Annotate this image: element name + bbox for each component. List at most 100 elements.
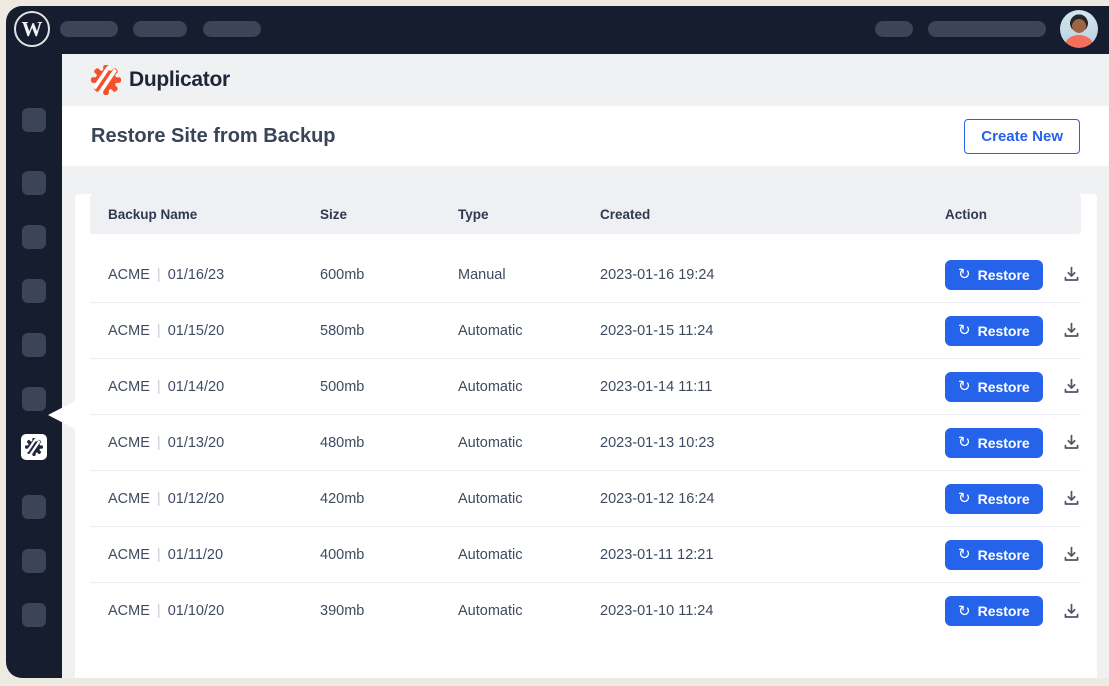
table-row: ACME|01/10/20 390mb Automatic 2023-01-10… bbox=[90, 583, 1081, 639]
sidebar-active-pointer bbox=[48, 401, 75, 429]
screen: W bbox=[0, 0, 1109, 686]
download-button[interactable] bbox=[1061, 544, 1082, 565]
user-avatar[interactable] bbox=[1060, 10, 1098, 48]
backups-table: Backup Name Size Type Created Action ACM… bbox=[75, 194, 1097, 678]
action-cell: ↻ Restore bbox=[945, 372, 1082, 402]
download-button[interactable] bbox=[1061, 432, 1082, 453]
name-separator: | bbox=[157, 435, 161, 451]
restore-refresh-icon: ↻ bbox=[958, 267, 971, 282]
page-header: Restore Site from Backup Create New bbox=[62, 106, 1109, 166]
column-header-size: Size bbox=[320, 207, 458, 222]
restore-button-label: Restore bbox=[978, 435, 1030, 451]
table-row: ACME|01/12/20 420mb Automatic 2023-01-12… bbox=[90, 471, 1081, 527]
sidebar-item-placeholder[interactable] bbox=[22, 108, 46, 132]
type-cell: Automatic bbox=[458, 547, 600, 563]
topbar-menu-placeholder[interactable] bbox=[928, 21, 1046, 37]
table-row: ACME|01/14/20 500mb Automatic 2023-01-14… bbox=[90, 359, 1081, 415]
wordpress-logo[interactable]: W bbox=[14, 11, 50, 47]
table-row: ACME|01/11/20 400mb Automatic 2023-01-11… bbox=[90, 527, 1081, 583]
download-icon bbox=[1063, 266, 1080, 283]
backup-date: 01/14/20 bbox=[168, 379, 224, 395]
table-row: ACME|01/15/20 580mb Automatic 2023-01-15… bbox=[90, 303, 1081, 359]
action-cell: ↻ Restore bbox=[945, 260, 1082, 290]
download-button[interactable] bbox=[1061, 488, 1082, 509]
table-area: Backup Name Size Type Created Action ACM… bbox=[62, 194, 1109, 678]
topbar-menu-placeholder[interactable] bbox=[875, 21, 913, 37]
download-button[interactable] bbox=[1061, 376, 1082, 397]
restore-refresh-icon: ↻ bbox=[958, 604, 971, 619]
backup-site-name: ACME bbox=[108, 323, 150, 339]
sidebar-item-duplicator-active[interactable] bbox=[21, 434, 47, 460]
download-icon bbox=[1063, 603, 1080, 620]
admin-sidebar bbox=[6, 54, 62, 678]
type-cell: Automatic bbox=[458, 323, 600, 339]
size-cell: 480mb bbox=[320, 435, 458, 451]
duplicator-logo-text: Duplicator bbox=[129, 68, 230, 92]
table-body: ACME|01/16/23 600mb Manual 2023-01-16 19… bbox=[90, 234, 1081, 639]
wordpress-logo-letter: W bbox=[22, 17, 43, 42]
backup-name-cell: ACME|01/12/20 bbox=[108, 491, 320, 507]
download-icon bbox=[1063, 322, 1080, 339]
column-header-action: Action bbox=[945, 207, 1081, 222]
backup-date: 01/13/20 bbox=[168, 435, 224, 451]
sidebar-item-placeholder[interactable] bbox=[22, 171, 46, 195]
restore-button[interactable]: ↻ Restore bbox=[945, 372, 1043, 402]
sidebar-item-placeholder[interactable] bbox=[22, 603, 46, 627]
action-cell: ↻ Restore bbox=[945, 316, 1082, 346]
type-cell: Automatic bbox=[458, 491, 600, 507]
table-row: ACME|01/13/20 480mb Automatic 2023-01-13… bbox=[90, 415, 1081, 471]
size-cell: 600mb bbox=[320, 267, 458, 283]
restore-button[interactable]: ↻ Restore bbox=[945, 596, 1043, 626]
download-icon bbox=[1063, 434, 1080, 451]
restore-button-label: Restore bbox=[978, 267, 1030, 283]
sidebar-item-placeholder[interactable] bbox=[22, 279, 46, 303]
backup-name-cell: ACME|01/16/23 bbox=[108, 267, 320, 283]
backup-site-name: ACME bbox=[108, 547, 150, 563]
name-separator: | bbox=[157, 491, 161, 507]
download-button[interactable] bbox=[1061, 264, 1082, 285]
sidebar-item-placeholder[interactable] bbox=[22, 387, 46, 411]
restore-button[interactable]: ↻ Restore bbox=[945, 260, 1043, 290]
action-cell: ↻ Restore bbox=[945, 484, 1082, 514]
topbar-menu-placeholder[interactable] bbox=[203, 21, 261, 37]
action-cell: ↻ Restore bbox=[945, 540, 1082, 570]
restore-button[interactable]: ↻ Restore bbox=[945, 316, 1043, 346]
restore-refresh-icon: ↻ bbox=[958, 379, 971, 394]
plugin-logo-bar: Duplicator bbox=[62, 54, 1109, 106]
created-cell: 2023-01-12 16:24 bbox=[600, 491, 945, 507]
restore-button[interactable]: ↻ Restore bbox=[945, 484, 1043, 514]
column-header-type: Type bbox=[458, 207, 600, 222]
topbar-menu-placeholder[interactable] bbox=[60, 21, 118, 37]
sidebar-item-placeholder[interactable] bbox=[22, 225, 46, 249]
backup-date: 01/11/20 bbox=[168, 547, 223, 563]
backup-site-name: ACME bbox=[108, 491, 150, 507]
restore-button[interactable]: ↻ Restore bbox=[945, 428, 1043, 458]
restore-refresh-icon: ↻ bbox=[958, 435, 971, 450]
size-cell: 420mb bbox=[320, 491, 458, 507]
duplicator-logo-icon bbox=[91, 65, 121, 95]
sidebar-item-placeholder[interactable] bbox=[22, 495, 46, 519]
backup-site-name: ACME bbox=[108, 267, 150, 283]
backup-date: 01/16/23 bbox=[168, 267, 224, 283]
backup-site-name: ACME bbox=[108, 379, 150, 395]
size-cell: 400mb bbox=[320, 547, 458, 563]
backup-date: 01/15/20 bbox=[168, 323, 224, 339]
topbar-menu-placeholder[interactable] bbox=[133, 21, 187, 37]
create-new-button[interactable]: Create New bbox=[964, 119, 1080, 154]
restore-button-label: Restore bbox=[978, 323, 1030, 339]
sidebar-item-placeholder[interactable] bbox=[22, 549, 46, 573]
restore-button-label: Restore bbox=[978, 379, 1030, 395]
download-button[interactable] bbox=[1061, 320, 1082, 341]
restore-refresh-icon: ↻ bbox=[958, 491, 971, 506]
type-cell: Automatic bbox=[458, 379, 600, 395]
backup-date: 01/10/20 bbox=[168, 603, 224, 619]
download-button[interactable] bbox=[1061, 601, 1082, 622]
created-cell: 2023-01-15 11:24 bbox=[600, 323, 945, 339]
restore-refresh-icon: ↻ bbox=[958, 547, 971, 562]
restore-button[interactable]: ↻ Restore bbox=[945, 540, 1043, 570]
restore-button-label: Restore bbox=[978, 491, 1030, 507]
backup-site-name: ACME bbox=[108, 435, 150, 451]
name-separator: | bbox=[157, 603, 161, 619]
column-header-created: Created bbox=[600, 207, 945, 222]
sidebar-item-placeholder[interactable] bbox=[22, 333, 46, 357]
